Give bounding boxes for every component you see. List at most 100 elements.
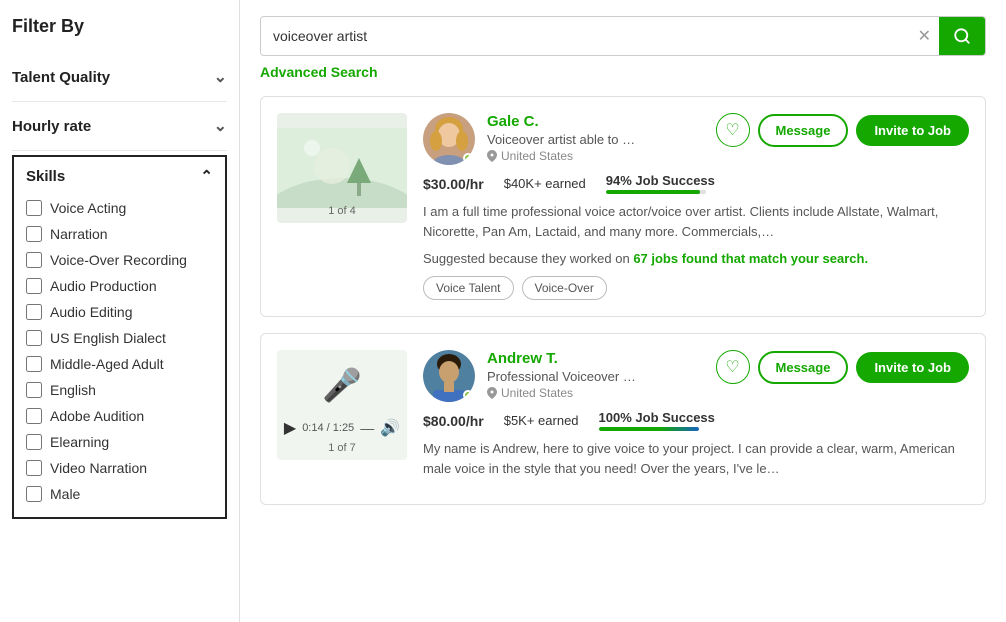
mic-icon: 🎤 [322,366,362,404]
skill-video-narration-checkbox[interactable] [26,460,42,476]
search-clear-button[interactable]: ✕ [910,26,939,46]
online-indicator-gale [463,153,473,163]
freelancer-location-gale: United States [487,149,704,163]
play-button-andrew[interactable]: ▶ [284,418,296,438]
skill-audio-production-checkbox[interactable] [26,278,42,294]
card-actions-andrew: ♡ Message Invite to Job [716,350,969,384]
skill-male-checkbox[interactable] [26,486,42,502]
name-section-gale: Gale C. Voiceover artist able to … Unite… [487,113,704,163]
favorite-button-andrew[interactable]: ♡ [716,350,750,384]
progress-bar-gale [606,190,706,194]
skill-voice-acting[interactable]: Voice Acting [26,195,213,221]
skill-audio-production-label: Audio Production [50,278,157,294]
skill-narration[interactable]: Narration [26,221,213,247]
name-section-andrew: Andrew T. Professional Voiceover … Unite… [487,350,704,400]
freelancer-title-andrew: Professional Voiceover … [487,369,704,384]
hourly-rate-section[interactable]: Hourly rate ⌄ [12,102,227,151]
audio-time-andrew: 0:14 / 1:25 [302,422,354,434]
card-top-gale: Gale C. Voiceover artist able to … Unite… [423,113,969,165]
skill-audio-editing-label: Audio Editing [50,304,133,320]
skill-adobe-audition-label: Adobe Audition [50,408,144,424]
freelancer-name-andrew[interactable]: Andrew T. [487,350,704,367]
skill-us-english-dialect[interactable]: US English Dialect [26,325,213,351]
job-success-andrew: 100% Job Success [599,410,715,431]
audio-player-andrew[interactable]: ▶ 0:14 / 1:25 — 🔊 [278,412,406,444]
invite-button-gale[interactable]: Invite to Job [856,115,969,146]
skill-elearning[interactable]: Elearning [26,429,213,455]
freelancer-name-gale[interactable]: Gale C. [487,113,704,130]
sidebar: Filter By Talent Quality ⌄ Hourly rate ⌄… [0,0,240,622]
skill-voice-acting-checkbox[interactable] [26,200,42,216]
skill-us-english-dialect-checkbox[interactable] [26,330,42,346]
earned-andrew: $5K+ earned [504,413,579,428]
skills-label: Skills [26,168,65,185]
skill-english[interactable]: English [26,377,213,403]
skill-elearning-label: Elearning [50,434,109,450]
search-bar: ✕ [260,16,986,56]
job-success-text-gale: 94% Job Success [606,173,715,188]
progress-bar-andrew [599,427,699,431]
tags-gale: Voice Talent Voice-Over [423,276,969,300]
skill-voice-acting-label: Voice Acting [50,200,126,216]
freelancer-location-andrew: United States [487,386,704,400]
hourly-rate-header[interactable]: Hourly rate ⌄ [12,116,227,136]
skill-adobe-audition[interactable]: Adobe Audition [26,403,213,429]
job-success-gale: 94% Job Success [606,173,715,194]
tag-voice-over[interactable]: Voice-Over [522,276,607,300]
card-top-andrew: Andrew T. Professional Voiceover … Unite… [423,350,969,402]
portfolio-landscape-svg [277,128,407,208]
skills-header: Skills ⌃ [26,167,213,185]
location-text-gale: United States [501,149,573,163]
skill-audio-editing[interactable]: Audio Editing [26,299,213,325]
skill-audio-editing-checkbox[interactable] [26,304,42,320]
skill-middle-aged-adult-label: Middle-Aged Adult [50,356,164,372]
invite-button-andrew[interactable]: Invite to Job [856,352,969,383]
suggestion-link-gale[interactable]: 67 jobs found that match your search. [633,251,868,266]
card-actions-gale: ♡ Message Invite to Job [716,113,969,147]
advanced-search-link[interactable]: Advanced Search [260,64,378,80]
skill-middle-aged-adult-checkbox[interactable] [26,356,42,372]
skill-english-label: English [50,382,96,398]
audio-dash: — [360,420,374,436]
favorite-button-gale[interactable]: ♡ [716,113,750,147]
location-icon-gale [487,150,497,162]
card-stats-gale: $30.00/hr $40K+ earned 94% Job Success [423,173,969,194]
message-button-gale[interactable]: Message [758,114,849,147]
message-button-andrew[interactable]: Message [758,351,849,384]
skill-audio-production[interactable]: Audio Production [26,273,213,299]
card-stats-andrew: $80.00/hr $5K+ earned 100% Job Success [423,410,969,431]
tag-voice-talent[interactable]: Voice Talent [423,276,514,300]
main-content: ✕ Advanced Search 1 of 4 [240,0,1006,622]
talent-quality-section[interactable]: Talent Quality ⌄ [12,53,227,102]
hourly-rate-label: Hourly rate [12,118,91,135]
search-input[interactable] [261,18,910,54]
talent-quality-label: Talent Quality [12,69,110,86]
sidebar-title: Filter By [12,16,227,37]
rate-andrew: $80.00/hr [423,413,484,429]
skill-video-narration[interactable]: Video Narration [26,455,213,481]
skill-narration-label: Narration [50,226,108,242]
skill-middle-aged-adult[interactable]: Middle-Aged Adult [26,351,213,377]
skill-male[interactable]: Male [26,481,213,507]
search-icon [953,27,971,45]
talent-quality-chevron: ⌄ [214,67,227,87]
card-desc-gale: I am a full time professional voice acto… [423,202,969,241]
skill-narration-checkbox[interactable] [26,226,42,242]
skill-voiceover-recording[interactable]: Voice-Over Recording [26,247,213,273]
skill-video-narration-label: Video Narration [50,460,147,476]
volume-icon-andrew[interactable]: 🔊 [380,418,400,438]
search-button[interactable] [939,17,985,55]
skill-adobe-audition-checkbox[interactable] [26,408,42,424]
suggestion-text-gale: Suggested because they worked on 67 jobs… [423,251,969,266]
thumb-counter-andrew: 1 of 7 [328,442,356,454]
skills-collapse-icon[interactable]: ⌃ [200,167,213,185]
skill-elearning-checkbox[interactable] [26,434,42,450]
portfolio-thumb-gale[interactable]: 1 of 4 [277,113,407,223]
card-info-andrew: Andrew T. Professional Voiceover … Unite… [423,350,969,488]
skill-voiceover-recording-checkbox[interactable] [26,252,42,268]
portfolio-thumb-andrew[interactable]: 🎤 ▶ 0:14 / 1:25 — 🔊 1 of 7 [277,350,407,460]
card-info-gale: Gale C. Voiceover artist able to … Unite… [423,113,969,300]
card-desc-andrew: My name is Andrew, here to give voice to… [423,439,969,478]
talent-quality-header[interactable]: Talent Quality ⌄ [12,67,227,87]
skill-english-checkbox[interactable] [26,382,42,398]
